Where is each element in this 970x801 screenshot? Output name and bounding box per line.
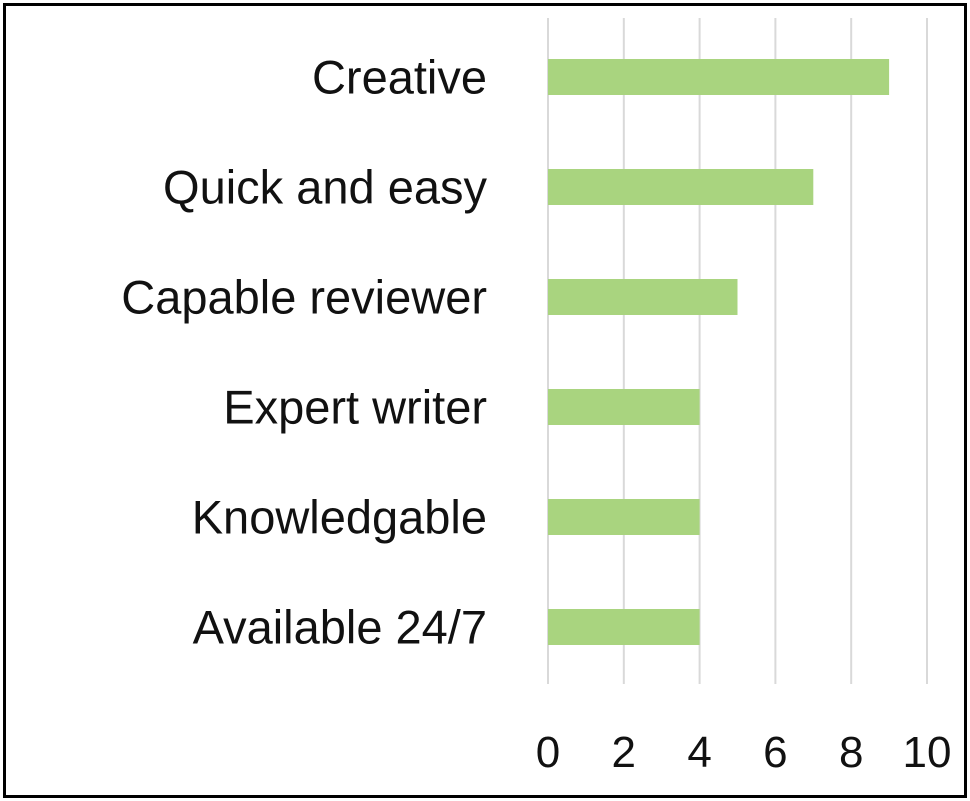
x-tick-label-2: 2 [612,728,636,777]
category-label-capable-reviewer: Capable reviewer [121,271,487,324]
x-tick-label-10: 10 [903,728,952,777]
bar-knowledgable [548,499,700,535]
category-label-available-24-7: Available 24/7 [193,601,487,654]
bar-capable-reviewer [548,279,738,315]
category-label-creative: Creative [312,51,487,104]
x-tick-label-8: 8 [839,728,863,777]
bar-expert-writer [548,389,700,425]
category-label-expert-writer: Expert writer [223,381,487,434]
bar-quick-and-easy [548,169,814,205]
x-tick-label-6: 6 [763,728,787,777]
x-tick-label-4: 4 [687,728,711,777]
category-label-knowledgable: Knowledgable [192,491,487,544]
bar-available-24-7 [548,609,700,645]
bar-creative [548,59,890,95]
bar-chart: Creative Quick and easy Capable reviewer Ex… [121,18,952,777]
x-tick-label-0: 0 [536,728,560,777]
category-label-quick-and-easy: Quick and easy [163,161,487,214]
